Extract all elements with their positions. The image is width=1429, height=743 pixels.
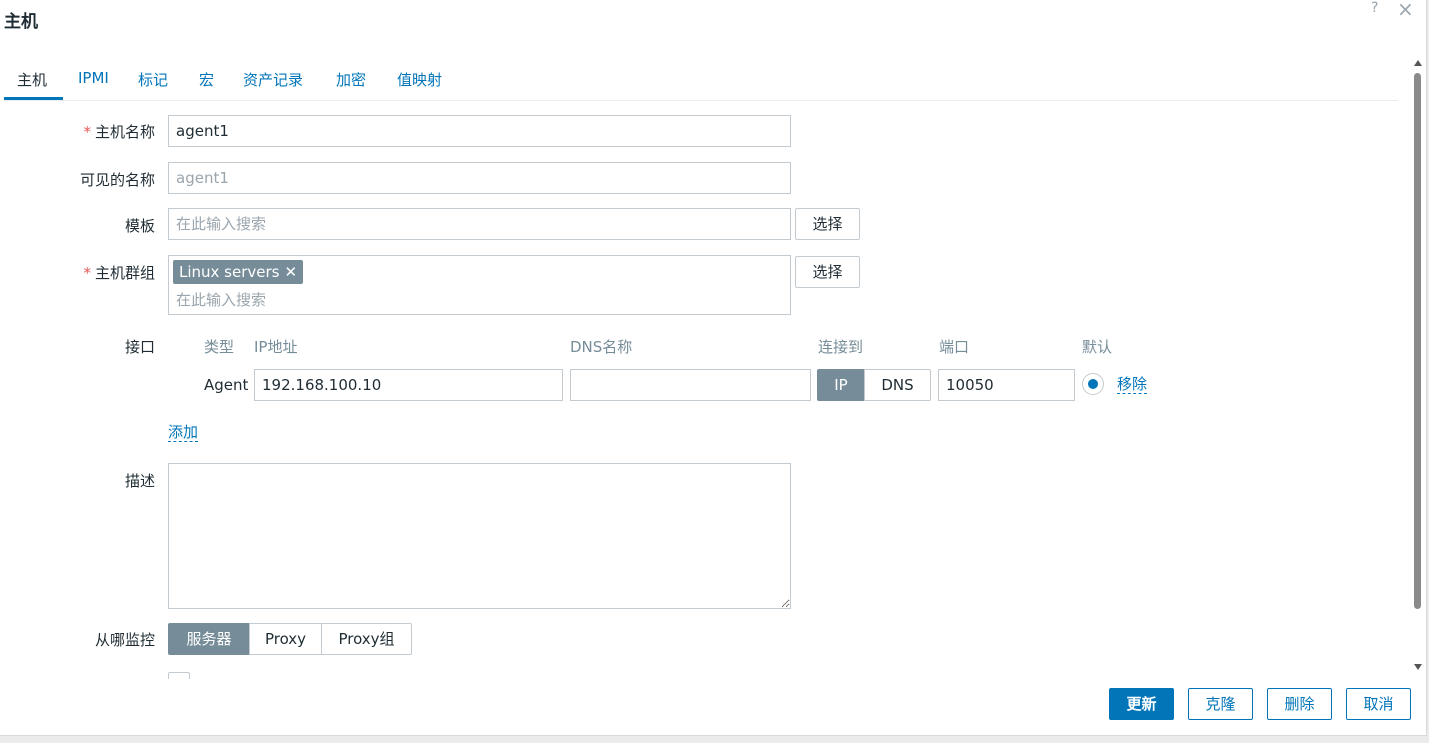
scrollbar-thumb[interactable] [1414,73,1421,609]
tab-encryption[interactable]: 加密 [336,69,366,90]
interface-ip-header: IP地址 [254,338,298,356]
scroll-up-icon[interactable] [1414,60,1422,66]
default-interface-radio[interactable] [1082,373,1104,395]
tab-host[interactable]: 主机 [17,69,47,90]
host-group-chip: Linux servers ✕ [173,260,304,284]
add-interface-link[interactable]: 添加 [168,423,199,442]
monitored-by-proxy[interactable]: Proxy [249,623,322,655]
templates-select-button[interactable]: 选择 [795,208,860,240]
enabled-checkbox[interactable] [168,672,190,679]
clone-button[interactable]: 克隆 [1188,688,1253,720]
visible-name-input[interactable] [168,162,791,194]
tab-ipmi[interactable]: IPMI [78,69,109,87]
tab-tags[interactable]: 标记 [138,69,168,90]
host-dialog: 主机 ? × 主机 IPMI 标记 宏 资产记录 加密 值映射 *主机名称 可见… [0,0,1427,736]
templates-label: 模板 [124,217,155,235]
radio-dot [1088,379,1098,389]
host-groups-multiselect[interactable]: Linux servers ✕ 在此输入搜索 [168,255,791,315]
monitored-by-label: 从哪监控 [94,631,155,649]
scroll-down-icon[interactable] [1414,664,1422,670]
interface-port-input[interactable] [938,369,1075,401]
required-mark: * [83,264,91,282]
interface-connect-header: 连接到 [818,338,864,356]
help-icon[interactable]: ? [1371,0,1378,16]
host-name-input[interactable] [168,115,791,147]
monitored-by-proxy-group[interactable]: Proxy组 [321,623,412,655]
description-textarea[interactable] [168,463,791,609]
host-group-chip-label: Linux servers [179,263,280,281]
host-name-label: * 主机名称 [83,123,155,141]
required-mark: * [83,123,91,141]
update-button[interactable]: 更新 [1109,688,1174,720]
close-icon[interactable]: × [1397,0,1414,21]
interface-type-header: 类型 [204,338,235,356]
description-label: 描述 [124,472,155,490]
tab-macros[interactable]: 宏 [199,69,214,90]
interface-dns-header: DNS名称 [570,338,633,356]
host-groups-search-input[interactable]: 在此输入搜索 [176,289,266,310]
interfaces-label: 接口 [124,338,155,356]
interface-port-header: 端口 [939,338,970,356]
host-groups-select-button[interactable]: 选择 [795,256,860,288]
cancel-button[interactable]: 取消 [1346,688,1411,720]
interface-dns-input[interactable] [570,369,811,401]
visible-name-label: 可见的名称 [79,171,155,189]
host-groups-label: * 主机群组 [83,264,155,282]
active-tab-indicator [4,97,63,100]
tab-inventory[interactable]: 资产记录 [243,69,303,90]
connect-dns-toggle[interactable]: DNS [864,369,931,401]
monitored-by-server[interactable]: 服务器 [168,623,250,655]
interface-type: Agent [204,376,249,394]
tab-value-mapping[interactable]: 值映射 [397,69,442,90]
interface-ip-input[interactable] [254,369,563,401]
tab-bar: 主机 IPMI 标记 宏 资产记录 加密 值映射 [4,62,1398,101]
dialog-title: 主机 [4,12,38,32]
interface-default-header: 默认 [1082,338,1113,356]
chip-remove-icon[interactable]: ✕ [284,263,297,281]
connect-ip-toggle[interactable]: IP [817,369,865,401]
templates-search-input[interactable] [168,208,791,240]
interface-remove-link[interactable]: 移除 [1117,375,1148,394]
delete-button[interactable]: 删除 [1267,688,1332,720]
